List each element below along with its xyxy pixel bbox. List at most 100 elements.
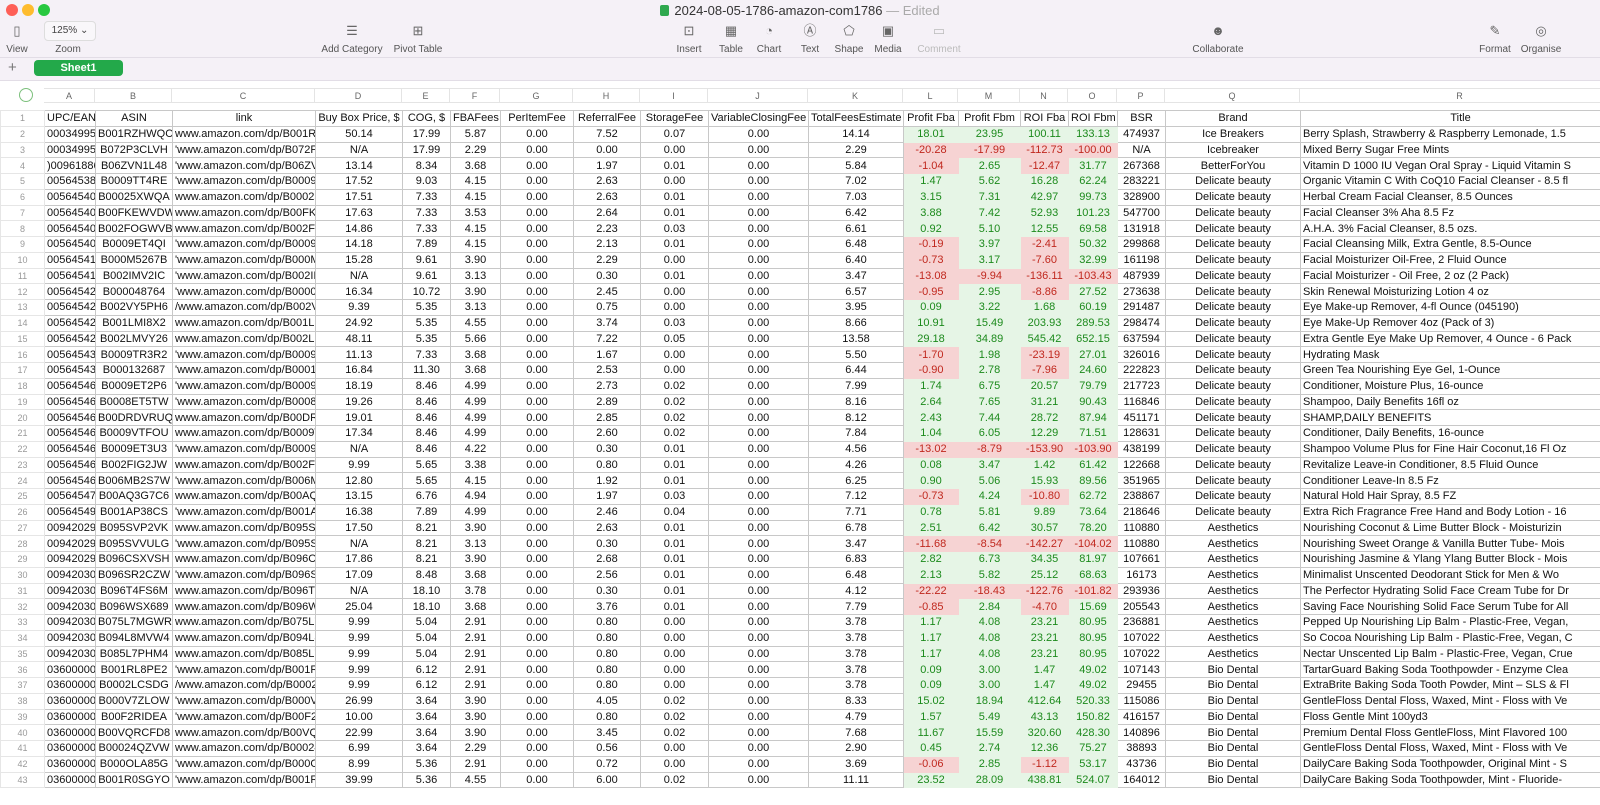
cell-K[interactable]: 3.78	[808, 645, 904, 663]
column-header-H[interactable]: H	[573, 88, 640, 103]
cell-D[interactable]: 17.34	[315, 425, 403, 442]
cell-J[interactable]: 0.00	[708, 708, 809, 726]
cell-I[interactable]: 0.02	[640, 692, 709, 710]
cell-Q[interactable]: Delicate beauty	[1165, 346, 1301, 363]
cell-B[interactable]: B001AP38CS	[95, 503, 173, 521]
cell-J[interactable]: 0.00	[708, 362, 809, 379]
cell-Q[interactable]: Icebreaker	[1165, 141, 1301, 159]
cell-L[interactable]: -0.19	[903, 236, 959, 253]
cell-D[interactable]: 16.34	[315, 283, 403, 300]
cell-I[interactable]: 0.00	[640, 173, 709, 190]
cell-G[interactable]: 0.00	[500, 692, 574, 710]
cell-O[interactable]: 61.42	[1068, 456, 1118, 474]
cell-J[interactable]: 0.00	[708, 629, 809, 647]
cell-G[interactable]: 0.00	[500, 708, 574, 726]
cell-G[interactable]: 0.00	[500, 314, 574, 332]
cell-O[interactable]: 652.15	[1068, 330, 1118, 348]
cell-Q[interactable]: Bio Dental	[1165, 677, 1301, 694]
cell-A[interactable]: 00564540	[44, 188, 96, 206]
cell-P[interactable]: 283221	[1117, 173, 1166, 190]
cell-O[interactable]: 81.97	[1068, 551, 1118, 568]
cell-I[interactable]: 0.02	[640, 377, 709, 395]
cell-H[interactable]: 1.67	[573, 346, 641, 363]
row-number[interactable]: 34	[0, 629, 45, 647]
cell-F[interactable]: 4.99	[450, 425, 501, 442]
cell-R[interactable]: So Cocoa Nourishing Lip Balm - Plastic-F…	[1300, 629, 1600, 647]
cell-P[interactable]: 547700	[1117, 204, 1166, 222]
cell-M[interactable]: 3.00	[958, 677, 1021, 694]
sheet-tab-sheet1[interactable]: Sheet1	[34, 60, 123, 76]
cell-A[interactable]: 03600000	[44, 724, 96, 741]
cell-K[interactable]: 6.25	[808, 472, 904, 489]
cell-G[interactable]: 0.00	[500, 141, 574, 159]
cell-L[interactable]: 3.15	[903, 188, 959, 206]
cell-H[interactable]: 0.56	[573, 740, 641, 757]
cell-H[interactable]: 2.64	[573, 204, 641, 222]
cell-E[interactable]: 5.04	[402, 629, 451, 647]
cell-K[interactable]: 2.29	[808, 141, 904, 159]
cell-A[interactable]: 00564549	[44, 503, 96, 521]
cell-J[interactable]: 0.00	[708, 125, 809, 143]
cell-I[interactable]: 0.01	[640, 519, 709, 537]
row-number[interactable]: 30	[0, 566, 45, 584]
cell-Q[interactable]: Aesthetics	[1165, 645, 1301, 663]
cell-R[interactable]: Conditioner, Daily Benefits, 16-ounce	[1300, 425, 1600, 442]
cell-K[interactable]: 6.44	[808, 362, 904, 379]
cell-O[interactable]: 68.63	[1068, 566, 1118, 584]
cell-A[interactable]: 00564541	[44, 251, 96, 269]
cell-L[interactable]: 2.64	[903, 393, 959, 411]
cell-M[interactable]: 5.81	[958, 503, 1021, 521]
cell-E[interactable]: 6.12	[402, 677, 451, 694]
column-header-F[interactable]: F	[450, 88, 500, 103]
cell-N[interactable]: 31.21	[1020, 393, 1069, 411]
column-header-J[interactable]: J	[708, 88, 808, 103]
cell-J[interactable]: 0.00	[708, 283, 809, 300]
cell-G[interactable]: 0.00	[500, 488, 574, 505]
column-title[interactable]: StorageFee	[640, 110, 709, 127]
cell-M[interactable]: -18.43	[958, 582, 1021, 600]
column-title[interactable]: UPC/EAN	[44, 110, 96, 127]
column-title[interactable]: COG, $	[402, 110, 451, 127]
cell-B[interactable]: B00F2RIDEA	[95, 708, 173, 726]
cell-M[interactable]: 4.08	[958, 645, 1021, 663]
column-header-Q[interactable]: Q	[1165, 88, 1300, 103]
cell-B[interactable]: B001LMI8X2	[95, 314, 173, 332]
cell-R[interactable]: Extra Rich Fragrance Free Hand and Body …	[1300, 503, 1600, 521]
cell-I[interactable]: 0.00	[640, 614, 709, 631]
comment-button[interactable]: ▭ Comment	[899, 22, 979, 55]
cell-Q[interactable]: Ice Breakers	[1165, 125, 1301, 143]
cell-A[interactable]: 00564538	[44, 173, 96, 190]
cell-C[interactable]: www.amazon.com/dp/B002FIG2JW	[172, 456, 316, 474]
cell-E[interactable]: 9.03	[402, 173, 451, 190]
row-number[interactable]: 37	[0, 677, 45, 694]
cell-C[interactable]: 'www.amazon.com/dp/B000OLA85G	[172, 755, 316, 773]
cell-O[interactable]: 62.24	[1068, 173, 1118, 190]
cell-O[interactable]: 90.43	[1068, 393, 1118, 411]
cell-P[interactable]: 107143	[1117, 661, 1166, 678]
row-number[interactable]: 4	[0, 157, 45, 174]
cell-J[interactable]: 0.00	[708, 236, 809, 253]
cell-L[interactable]: 1.74	[903, 377, 959, 395]
cell-N[interactable]: 23.21	[1020, 614, 1069, 631]
column-title[interactable]: BSR	[1117, 110, 1166, 127]
cell-L[interactable]: -0.06	[903, 755, 959, 773]
cell-E[interactable]: 5.35	[402, 299, 451, 316]
cell-P[interactable]: 298474	[1117, 314, 1166, 332]
cell-K[interactable]: 13.58	[808, 330, 904, 348]
cell-G[interactable]: 0.00	[500, 598, 574, 615]
cell-C[interactable]: www.amazon.com/dp/B001LMI8X2	[172, 314, 316, 332]
cell-Q[interactable]: Delicate beauty	[1165, 409, 1301, 426]
cell-O[interactable]: 80.95	[1068, 629, 1118, 647]
cell-R[interactable]: Eye Make-Up Remover 4oz (Pack of 3)	[1300, 314, 1600, 332]
cell-B[interactable]: B096CSXVSH	[95, 551, 173, 568]
cell-R[interactable]: Nourishing Sweet Orange & Vanilla Butter…	[1300, 535, 1600, 552]
cell-R[interactable]: Facial Cleanser 3% Aha 8.5 Fz	[1300, 204, 1600, 222]
cell-C[interactable]: /www.amazon.com/dp/B0002LCSDG	[172, 677, 316, 694]
cell-M[interactable]: 5.10	[958, 220, 1021, 237]
cell-R[interactable]: Shampoo, Daily Benefits 16fl oz	[1300, 393, 1600, 411]
cell-N[interactable]: -7.60	[1020, 251, 1069, 269]
row-number[interactable]: 12	[0, 283, 45, 300]
cell-J[interactable]: 0.00	[708, 204, 809, 222]
cell-L[interactable]: 3.88	[903, 204, 959, 222]
cell-H[interactable]: 7.52	[573, 125, 641, 143]
